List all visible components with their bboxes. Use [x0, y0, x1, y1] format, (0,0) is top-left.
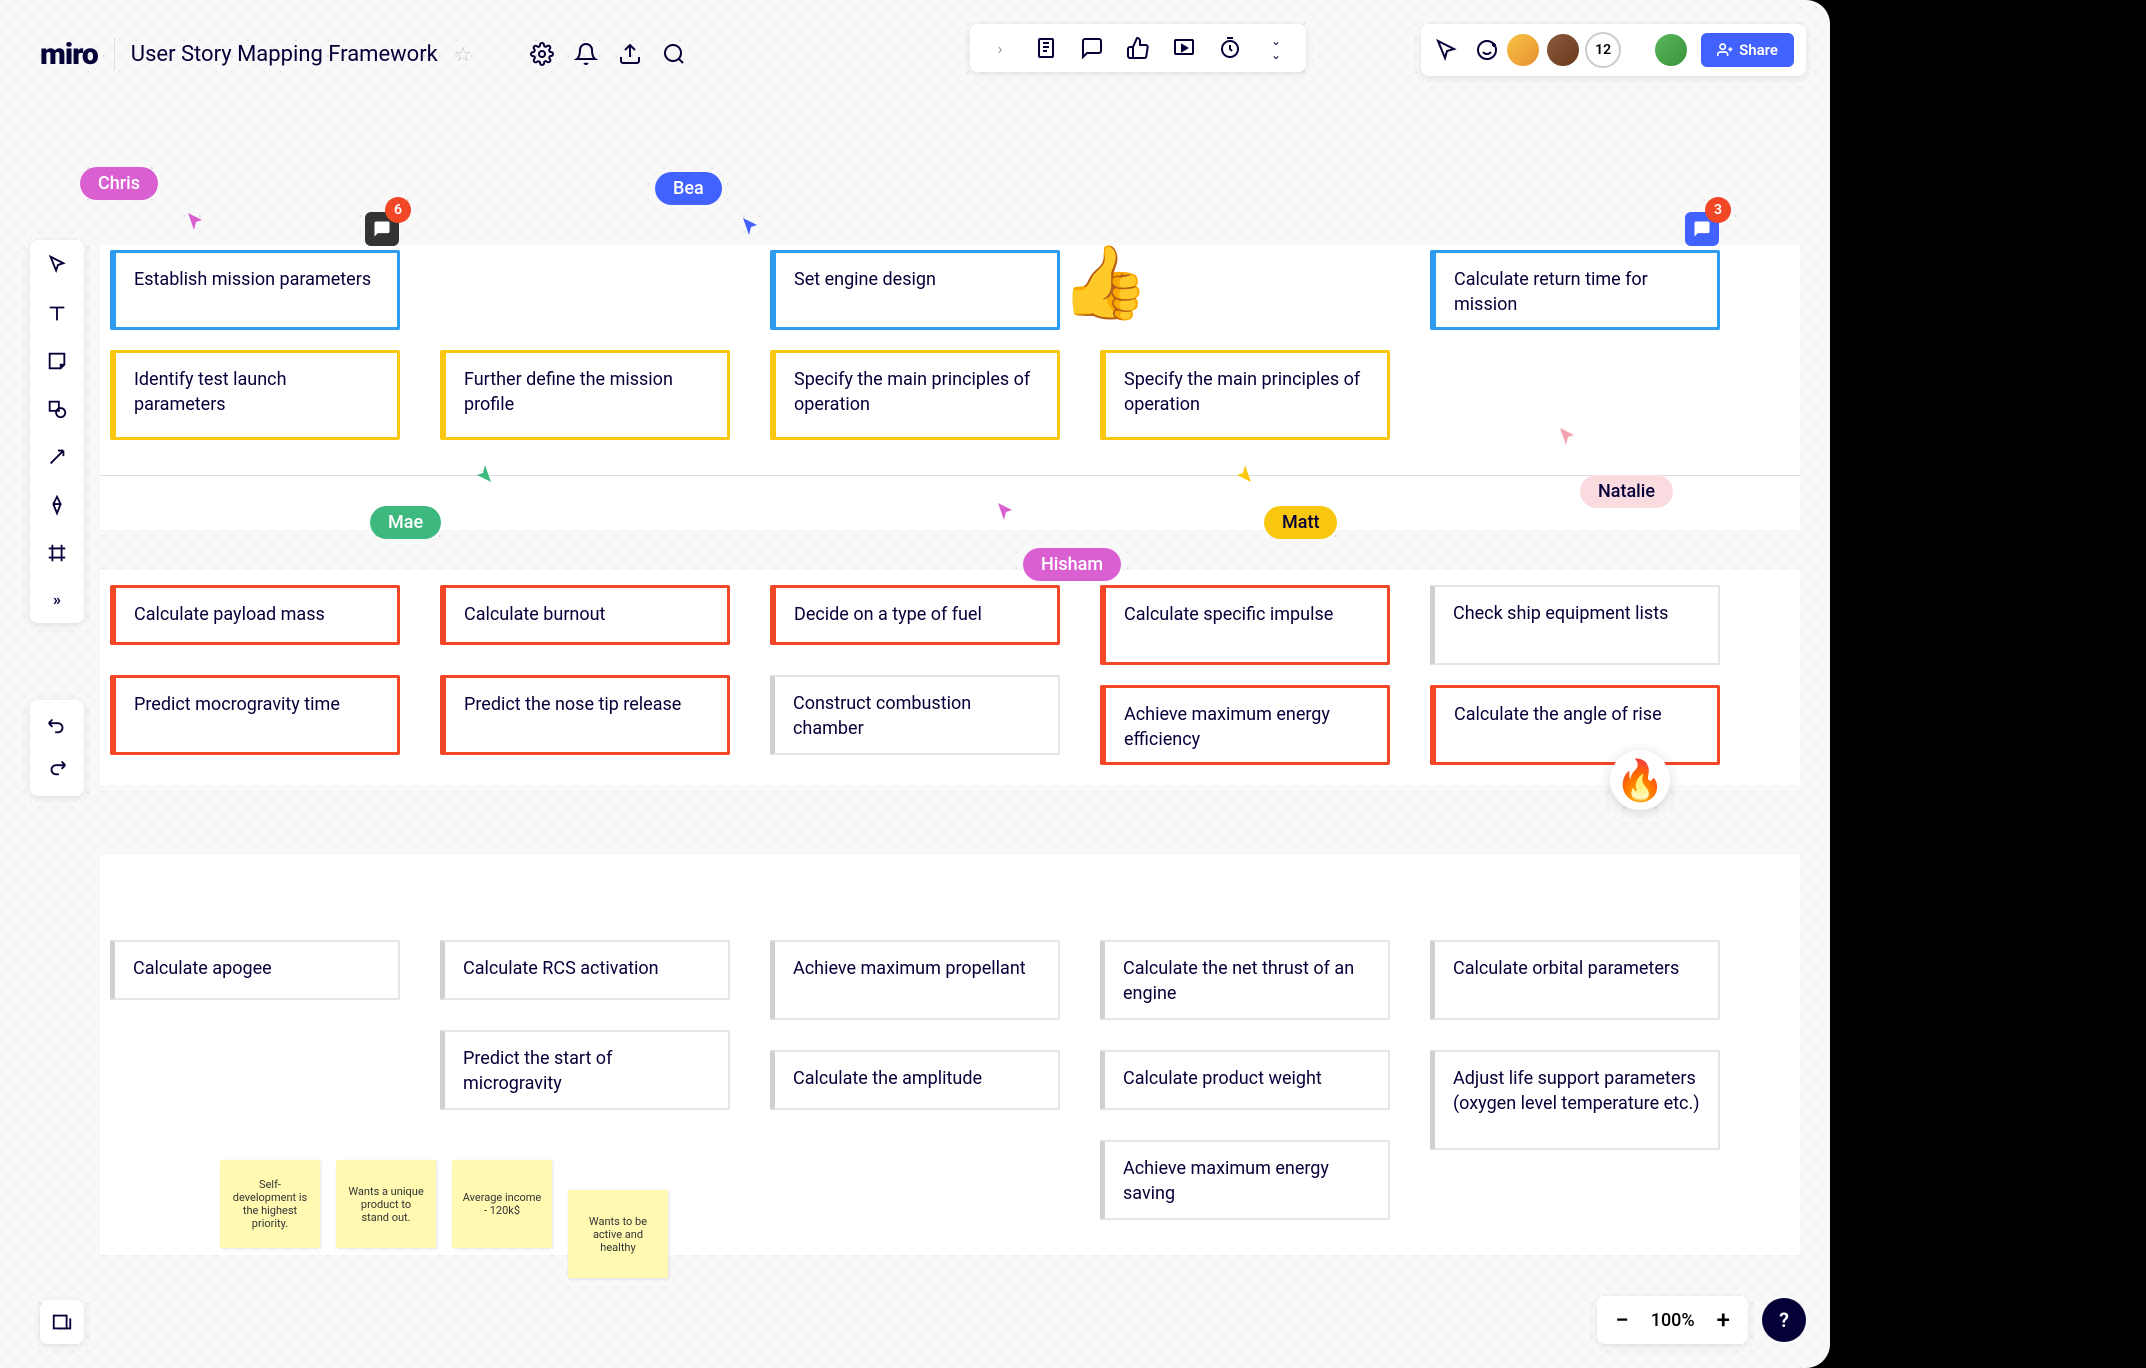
- right-toolbar: 12 Share: [1421, 24, 1806, 76]
- redo-button[interactable]: [46, 756, 68, 782]
- zoom-control: − 100% +: [1597, 1296, 1748, 1344]
- search-icon[interactable]: [660, 40, 688, 68]
- card-gray-propellant[interactable]: Achieve maximum propellant: [770, 940, 1060, 1020]
- shape-tool[interactable]: [46, 398, 68, 424]
- card-gray-weight[interactable]: Calculate product weight: [1100, 1050, 1390, 1110]
- card-yellow-3[interactable]: Specify the main principles of operation: [770, 350, 1060, 440]
- card-gray-orbital[interactable]: Calculate orbital parameters: [1430, 940, 1720, 1020]
- separator-line: [100, 475, 1800, 476]
- divider: [114, 38, 115, 70]
- sticky-tool[interactable]: [46, 350, 68, 376]
- cursor-bea-pointer: [740, 215, 764, 239]
- arrow-tool[interactable]: [46, 446, 68, 472]
- frame-tool[interactable]: [46, 542, 68, 568]
- more-tools[interactable]: »: [53, 590, 61, 609]
- card-gray-saving[interactable]: Achieve maximum energy saving: [1100, 1140, 1390, 1220]
- avatar-self[interactable]: [1653, 32, 1689, 68]
- card-gray-lifesupport[interactable]: Adjust life support parameters (oxygen l…: [1430, 1050, 1720, 1150]
- help-button[interactable]: ?: [1762, 1298, 1806, 1342]
- cursor-mae-pointer: [470, 461, 494, 485]
- select-tool[interactable]: [46, 254, 68, 280]
- card-gray-amplitude[interactable]: Calculate the amplitude: [770, 1050, 1060, 1110]
- badge-1[interactable]: 6: [385, 197, 411, 223]
- card-yellow-1[interactable]: Identify test launch parameters: [110, 350, 400, 440]
- card-red-2[interactable]: Calculate burnout: [440, 585, 730, 645]
- avatar-2[interactable]: [1545, 32, 1581, 68]
- card-red-4[interactable]: Calculate specific impulse: [1100, 585, 1390, 665]
- card-red-3[interactable]: Decide on a type of fuel: [770, 585, 1060, 645]
- card-blue-3[interactable]: Calculate return time for mission: [1430, 250, 1720, 330]
- thumbs-up-icon[interactable]: [1124, 34, 1152, 62]
- cursor-natalie: Natalie: [1580, 475, 1673, 508]
- canvas[interactable]: Chris Bea Mae Hisham Matt Natalie Establ…: [80, 180, 1790, 1288]
- card-blue-1[interactable]: Establish mission parameters: [110, 250, 400, 330]
- avatar-count[interactable]: 12: [1585, 32, 1621, 68]
- badge-2[interactable]: 3: [1705, 197, 1731, 223]
- card-gray-apogee[interactable]: Calculate apogee: [110, 940, 400, 1000]
- sticky-1[interactable]: Self-development is the highest priority…: [220, 1160, 320, 1248]
- card-gray-combustion[interactable]: Construct combustion chamber: [770, 675, 1060, 755]
- card-gray-microgravity[interactable]: Predict the start of microgravity: [440, 1030, 730, 1110]
- cursor-natalie-pointer: [1557, 425, 1581, 449]
- cursor-chris: Chris: [80, 167, 158, 200]
- zoom-in-button[interactable]: +: [1717, 1306, 1730, 1334]
- bell-icon[interactable]: [572, 40, 600, 68]
- center-toolbar: › ⌄⌄: [970, 24, 1306, 72]
- card-red-1[interactable]: Calculate payload mass: [110, 585, 400, 645]
- card-blue-2[interactable]: Set engine design: [770, 250, 1060, 330]
- share-button[interactable]: Share: [1701, 33, 1794, 67]
- present-icon[interactable]: [1170, 34, 1198, 62]
- settings-icon[interactable]: [528, 40, 556, 68]
- sticky-4[interactable]: Wants to be active and healthy: [568, 1190, 668, 1278]
- undo-button[interactable]: [46, 714, 68, 740]
- pen-tool[interactable]: [46, 494, 68, 520]
- card-gray-check[interactable]: Check ship equipment lists: [1430, 585, 1720, 665]
- cursor-hisham: Hisham: [1023, 548, 1121, 581]
- card-red-8[interactable]: Calculate the angle of rise: [1430, 685, 1720, 765]
- undo-redo-panel: [30, 700, 84, 796]
- cursor-chris-pointer: [185, 210, 209, 234]
- card-gray-rcs[interactable]: Calculate RCS activation: [440, 940, 730, 1000]
- cursor-hisham-pointer: [995, 500, 1019, 524]
- fire-sticker[interactable]: 🔥: [1610, 750, 1670, 810]
- cursor-matt-pointer: [1230, 461, 1254, 485]
- card-red-6[interactable]: Predict the nose tip release: [440, 675, 730, 755]
- zoom-level[interactable]: 100%: [1651, 1310, 1695, 1331]
- more-icon[interactable]: ⌄⌄: [1262, 34, 1290, 62]
- card-yellow-2[interactable]: Further define the mission profile: [440, 350, 730, 440]
- cursor-follow-icon[interactable]: [1433, 36, 1461, 64]
- notes-icon[interactable]: [1032, 34, 1060, 62]
- cursor-mae: Mae: [370, 506, 441, 539]
- timer-icon[interactable]: [1216, 34, 1244, 62]
- card-red-7[interactable]: Achieve maximum energy efficiency: [1100, 685, 1390, 765]
- comment-icon[interactable]: [1078, 34, 1106, 62]
- chevron-right-icon[interactable]: ›: [986, 34, 1014, 62]
- star-icon[interactable]: ☆: [454, 42, 472, 66]
- sticky-3[interactable]: Average income - 120k$: [452, 1160, 552, 1248]
- export-icon[interactable]: [616, 40, 644, 68]
- text-tool[interactable]: [46, 302, 68, 328]
- thumbs-up-sticker[interactable]: 👍: [1060, 240, 1150, 325]
- avatar-1[interactable]: [1505, 32, 1541, 68]
- board-title[interactable]: User Story Mapping Framework: [131, 42, 438, 67]
- reactions-icon[interactable]: [1473, 36, 1501, 64]
- cursor-bea: Bea: [655, 172, 722, 205]
- sticky-2[interactable]: Wants a unique product to stand out.: [336, 1160, 436, 1248]
- card-yellow-4[interactable]: Specify the main principles of operation: [1100, 350, 1390, 440]
- zoom-out-button[interactable]: −: [1615, 1306, 1629, 1334]
- cursor-matt: Matt: [1264, 506, 1337, 539]
- frames-button[interactable]: [40, 1300, 84, 1344]
- card-red-5[interactable]: Predict mocrogravity time: [110, 675, 400, 755]
- card-gray-thrust[interactable]: Calculate the net thrust of an engine: [1100, 940, 1390, 1020]
- miro-logo[interactable]: miro: [40, 37, 98, 72]
- left-toolbar: »: [30, 240, 84, 623]
